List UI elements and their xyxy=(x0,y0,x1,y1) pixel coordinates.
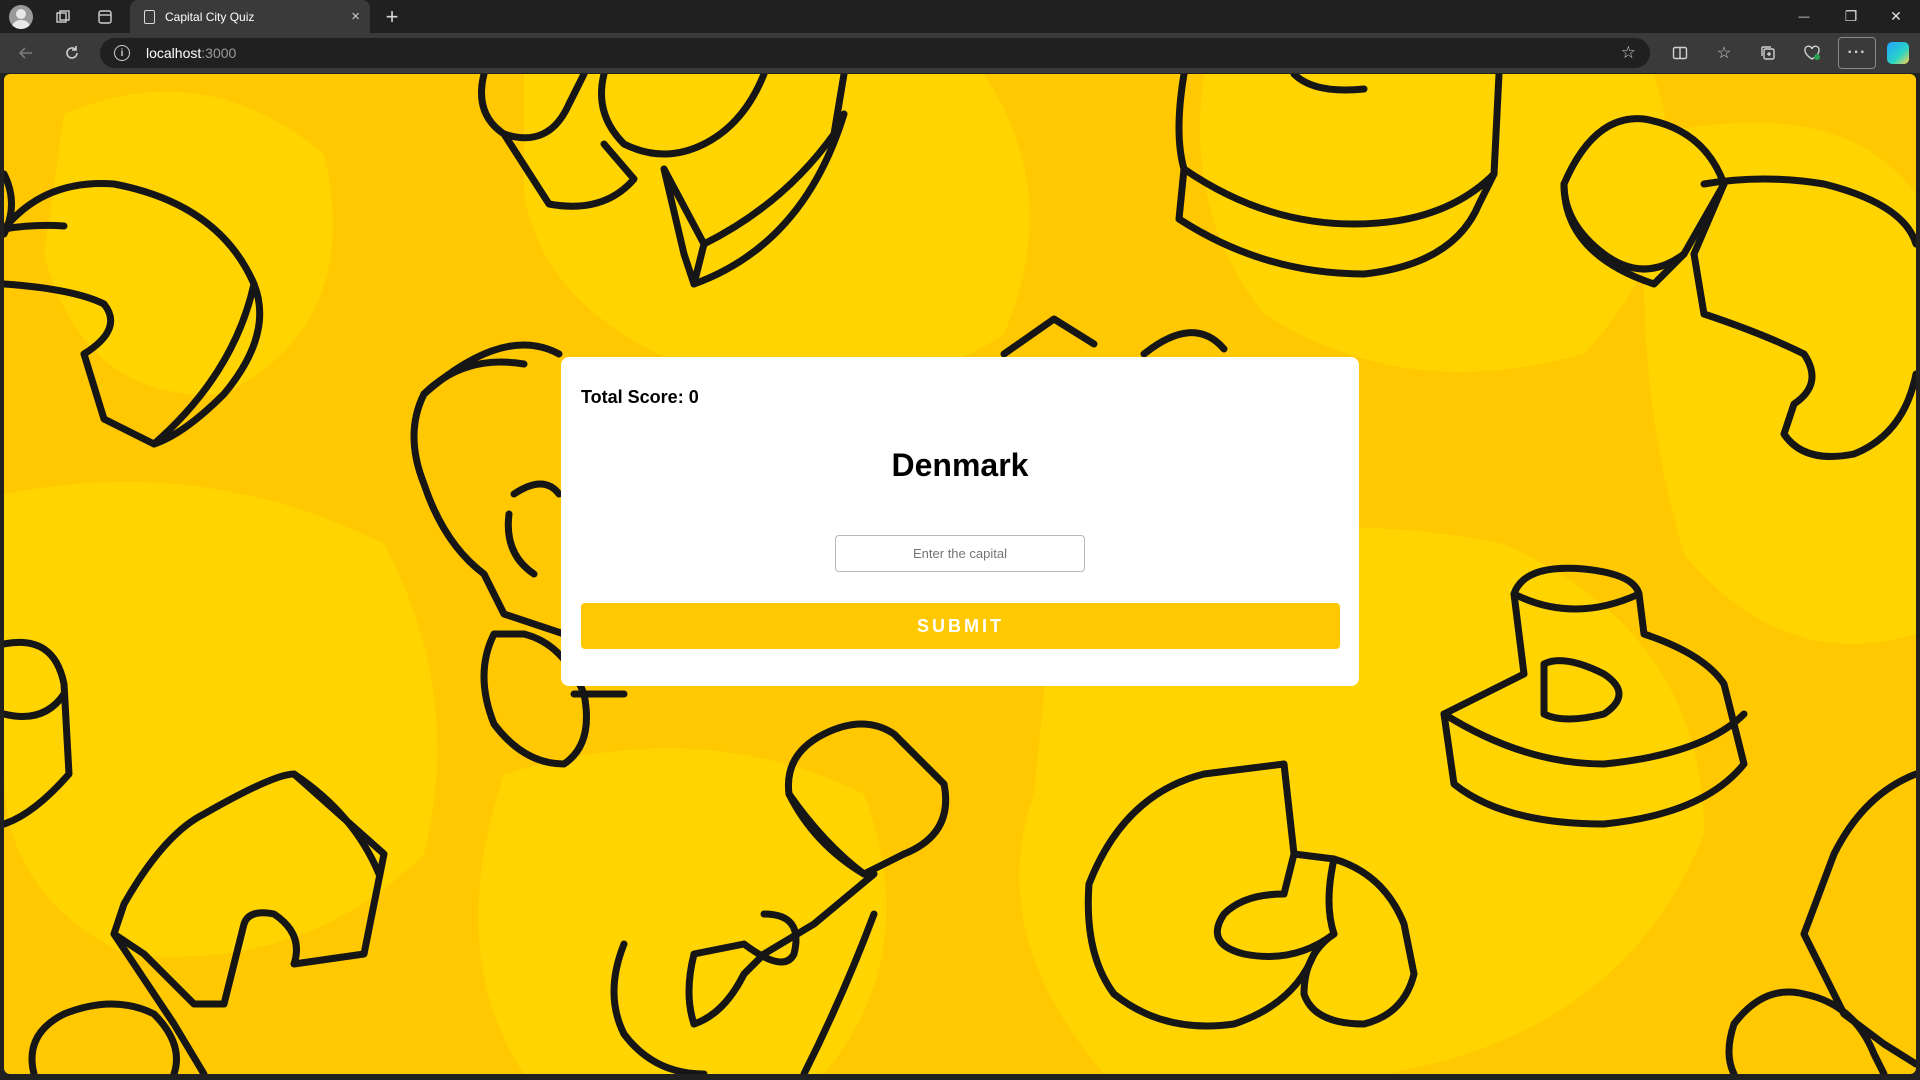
question-mark-outline xyxy=(1000,315,1098,358)
tab-bar: Capital City Quiz × + — ❐ ✕ xyxy=(0,0,1920,33)
bg-blob xyxy=(1200,74,1669,372)
close-window-button[interactable]: ✕ xyxy=(1875,0,1917,33)
info-icon[interactable]: i xyxy=(114,45,130,61)
question-mark-outline xyxy=(1140,329,1228,358)
url-port: :3000 xyxy=(201,45,237,61)
minimize-button[interactable]: — xyxy=(1783,0,1825,33)
collections-icon[interactable] xyxy=(1752,37,1784,69)
more-icon[interactable]: ··· xyxy=(1838,37,1876,69)
question-mark-outline xyxy=(1730,988,1888,1074)
browser-essentials-icon[interactable] xyxy=(1796,37,1828,69)
score-label: Total Score: xyxy=(581,387,684,407)
question-mark-outline xyxy=(4,170,15,238)
country-name: Denmark xyxy=(891,447,1029,483)
question-mark-outline xyxy=(28,1000,180,1074)
profile-icon[interactable] xyxy=(0,0,42,33)
favorite-star-icon[interactable]: ☆ xyxy=(1621,43,1636,63)
window-bottom-border xyxy=(0,1074,1920,1080)
split-screen-icon[interactable] xyxy=(1664,37,1696,69)
tab-title: Capital City Quiz xyxy=(165,9,255,24)
total-score: Total Score: 0 xyxy=(581,387,699,408)
score-value: 0 xyxy=(688,387,699,407)
refresh-icon[interactable] xyxy=(54,33,90,73)
page-icon xyxy=(144,9,155,24)
question-mark-outline xyxy=(420,341,563,398)
favorites-icon[interactable]: ☆ xyxy=(1708,37,1740,69)
url-field[interactable]: i localhost :3000 ☆ xyxy=(100,38,1650,68)
tab-actions-icon[interactable] xyxy=(84,0,126,33)
capital-input[interactable] xyxy=(835,535,1085,572)
question-mark-outline xyxy=(1800,770,1916,1068)
url-host: localhost xyxy=(146,45,202,61)
quiz-card: Total Score: 0 Denmark SUBMIT xyxy=(561,357,1359,686)
address-bar: i localhost :3000 ☆ ☆ ··· xyxy=(0,33,1920,73)
submit-button[interactable]: SUBMIT xyxy=(581,603,1340,649)
question-mark-outline xyxy=(1725,1020,1738,1074)
back-icon[interactable] xyxy=(8,33,44,73)
question-mark-outline xyxy=(410,358,568,638)
browser-tab[interactable]: Capital City Quiz × xyxy=(130,0,370,33)
page-viewport: Total Score: 0 Denmark SUBMIT xyxy=(4,74,1916,1074)
tab-close-icon[interactable]: × xyxy=(351,8,360,25)
copilot-icon[interactable] xyxy=(1882,37,1914,69)
question-mark-outline xyxy=(504,480,563,578)
restore-button[interactable]: ❐ xyxy=(1830,0,1872,33)
new-tab-button[interactable]: + xyxy=(378,0,406,33)
workspaces-icon[interactable] xyxy=(42,0,84,33)
